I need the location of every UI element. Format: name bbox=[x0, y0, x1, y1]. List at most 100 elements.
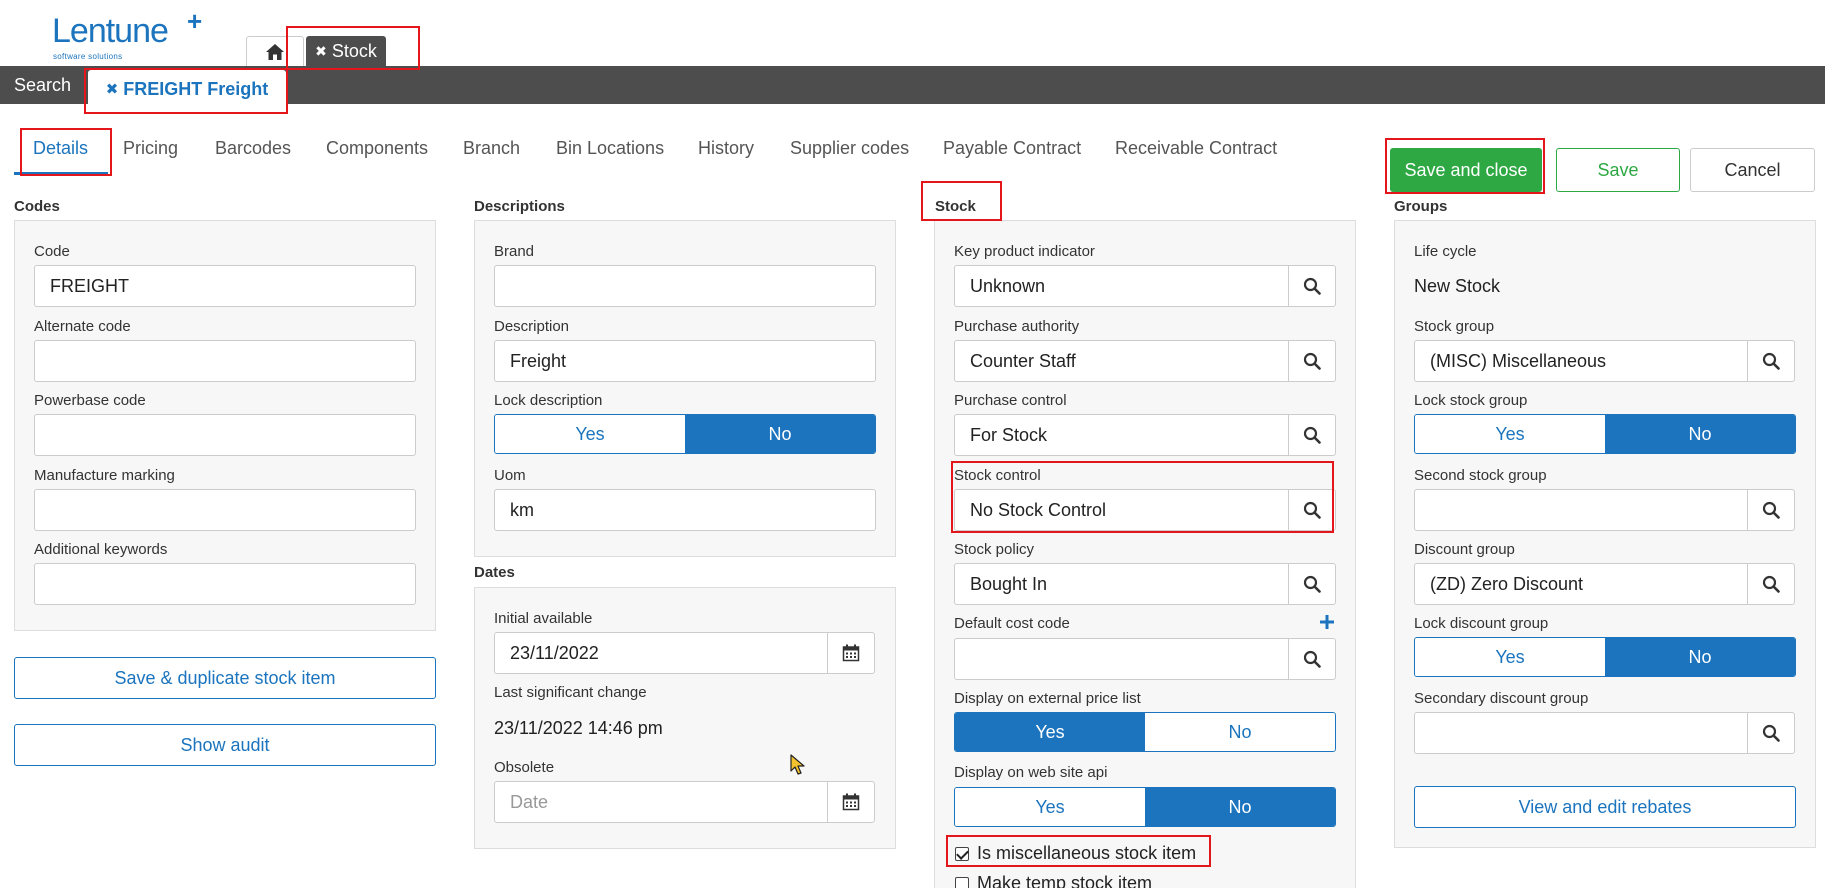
stock-policy-field[interactable]: Bought In bbox=[954, 563, 1289, 605]
stock-group-search-button[interactable] bbox=[1747, 340, 1795, 382]
manufacture-marking-field[interactable] bbox=[34, 489, 416, 531]
kpi-field[interactable]: Unknown bbox=[954, 265, 1289, 307]
default-cost-code-field[interactable] bbox=[954, 638, 1289, 680]
home-icon bbox=[266, 43, 284, 60]
search-icon bbox=[1303, 650, 1321, 668]
lock-discount-group-yes[interactable]: Yes bbox=[1415, 638, 1605, 676]
description-label: Description bbox=[494, 318, 570, 335]
discount-group-label: Discount group bbox=[1414, 541, 1515, 558]
calendar-icon bbox=[842, 793, 860, 811]
kpi-search-button[interactable] bbox=[1288, 265, 1336, 307]
uom-field[interactable]: km bbox=[494, 489, 876, 531]
logo-wordmark: Lentune bbox=[52, 12, 169, 50]
tab-details[interactable]: Details bbox=[33, 138, 88, 159]
save-button[interactable]: Save bbox=[1556, 148, 1680, 192]
web-site-api-yes[interactable]: Yes bbox=[955, 788, 1145, 826]
default-cost-code-search-button[interactable] bbox=[1288, 638, 1336, 680]
groups-title: Groups bbox=[1394, 198, 1448, 215]
dates-title: Dates bbox=[474, 564, 515, 581]
add-icon[interactable] bbox=[1320, 615, 1334, 629]
stock-group-field[interactable]: (MISC) Miscellaneous bbox=[1414, 340, 1748, 382]
tab-receivable-contract[interactable]: Receivable Contract bbox=[1115, 138, 1277, 159]
second-stock-group-search-button[interactable] bbox=[1747, 489, 1795, 531]
save-duplicate-button[interactable]: Save & duplicate stock item bbox=[14, 657, 436, 699]
web-site-api-no[interactable]: No bbox=[1145, 788, 1335, 826]
lock-discount-group-no[interactable]: No bbox=[1605, 638, 1795, 676]
external-price-list-no[interactable]: No bbox=[1145, 713, 1335, 751]
temp-stock-item-checkbox[interactable] bbox=[955, 877, 969, 888]
alternate-code-label: Alternate code bbox=[34, 318, 131, 335]
code-field[interactable]: FREIGHT bbox=[34, 265, 416, 307]
obsolete-date-field[interactable]: Date bbox=[494, 781, 828, 823]
initial-available-field[interactable]: 23/11/2022 bbox=[494, 632, 828, 674]
additional-keywords-field[interactable] bbox=[34, 563, 416, 605]
calendar-icon bbox=[842, 644, 860, 662]
purchase-authority-field[interactable]: Counter Staff bbox=[954, 340, 1289, 382]
description-field[interactable]: Freight bbox=[494, 340, 876, 382]
lock-discount-group-label: Lock discount group bbox=[1414, 615, 1549, 632]
tab-branch[interactable]: Branch bbox=[463, 138, 520, 159]
logo-plus: + bbox=[187, 6, 203, 36]
lock-stock-group-toggle: Yes No bbox=[1414, 414, 1796, 454]
tab-stock-label: Stock bbox=[331, 41, 377, 61]
lentune-logo[interactable]: Lentune + software solutions bbox=[52, 6, 202, 61]
brand-field[interactable] bbox=[494, 265, 876, 307]
last-significant-change-value: 23/11/2022 14:46 pm bbox=[494, 718, 663, 738]
record-tab-freight[interactable]: ✖ FREIGHT Freight bbox=[88, 70, 286, 108]
external-price-list-yes[interactable]: Yes bbox=[955, 713, 1145, 751]
life-cycle-value: New Stock bbox=[1414, 276, 1501, 296]
lock-description-no[interactable]: No bbox=[685, 415, 875, 453]
search-icon bbox=[1303, 352, 1321, 370]
secondary-discount-group-search-button[interactable] bbox=[1747, 712, 1795, 754]
view-edit-rebates-button[interactable]: View and edit rebates bbox=[1414, 786, 1796, 828]
web-site-api-label: Display on web site api bbox=[954, 764, 1108, 781]
cancel-button[interactable]: Cancel bbox=[1690, 148, 1815, 192]
stock-control-label: Stock control bbox=[954, 467, 1041, 484]
tab-pricing[interactable]: Pricing bbox=[123, 138, 178, 159]
tab-bin-locations[interactable]: Bin Locations bbox=[556, 138, 664, 159]
tab-stock[interactable]: ✖ Stock bbox=[306, 36, 386, 66]
lock-stock-group-no[interactable]: No bbox=[1605, 415, 1795, 453]
stock-control-search-button[interactable] bbox=[1288, 489, 1336, 531]
stock-policy-search-button[interactable] bbox=[1288, 563, 1336, 605]
record-tab-label: FREIGHT Freight bbox=[123, 78, 269, 99]
close-icon[interactable]: ✖ bbox=[106, 80, 119, 98]
lock-stock-group-label: Lock stock group bbox=[1414, 392, 1528, 409]
stock-group-label: Stock group bbox=[1414, 318, 1495, 335]
uom-label: Uom bbox=[494, 467, 526, 484]
initial-available-calendar-button[interactable] bbox=[827, 632, 875, 674]
obsolete-calendar-button[interactable] bbox=[827, 781, 875, 823]
close-icon[interactable]: ✖ bbox=[315, 43, 327, 60]
mouse-cursor-icon bbox=[790, 754, 805, 775]
search-tab[interactable]: Search bbox=[14, 66, 71, 104]
save-and-close-button[interactable]: Save and close bbox=[1390, 148, 1542, 192]
stock-control-field[interactable]: No Stock Control bbox=[954, 489, 1289, 531]
search-icon bbox=[1303, 575, 1321, 593]
second-stock-group-field[interactable] bbox=[1414, 489, 1748, 531]
purchase-control-field[interactable]: For Stock bbox=[954, 414, 1289, 456]
powerbase-code-label: Powerbase code bbox=[34, 392, 146, 409]
purchase-authority-label: Purchase authority bbox=[954, 318, 1080, 335]
tab-history[interactable]: History bbox=[698, 138, 754, 159]
tab-payable-contract[interactable]: Payable Contract bbox=[943, 138, 1081, 159]
purchase-control-search-button[interactable] bbox=[1288, 414, 1336, 456]
tab-supplier-codes[interactable]: Supplier codes bbox=[790, 138, 909, 159]
secondary-discount-group-field[interactable] bbox=[1414, 712, 1748, 754]
show-audit-button[interactable]: Show audit bbox=[14, 724, 436, 766]
lock-description-yes[interactable]: Yes bbox=[495, 415, 685, 453]
external-price-list-label: Display on external price list bbox=[954, 690, 1141, 707]
default-cost-code-label: Default cost code bbox=[954, 615, 1070, 632]
purchase-authority-search-button[interactable] bbox=[1288, 340, 1336, 382]
discount-group-field[interactable]: (ZD) Zero Discount bbox=[1414, 563, 1748, 605]
lock-stock-group-yes[interactable]: Yes bbox=[1415, 415, 1605, 453]
external-price-list-toggle: Yes No bbox=[954, 712, 1336, 752]
lock-discount-group-toggle: Yes No bbox=[1414, 637, 1796, 677]
powerbase-code-field[interactable] bbox=[34, 414, 416, 456]
misc-stock-item-checkbox[interactable] bbox=[955, 847, 969, 861]
tab-components[interactable]: Components bbox=[326, 138, 428, 159]
discount-group-search-button[interactable] bbox=[1747, 563, 1795, 605]
search-icon bbox=[1762, 501, 1780, 519]
alternate-code-field[interactable] bbox=[34, 340, 416, 382]
home-tab[interactable] bbox=[246, 36, 304, 66]
tab-barcodes[interactable]: Barcodes bbox=[215, 138, 291, 159]
